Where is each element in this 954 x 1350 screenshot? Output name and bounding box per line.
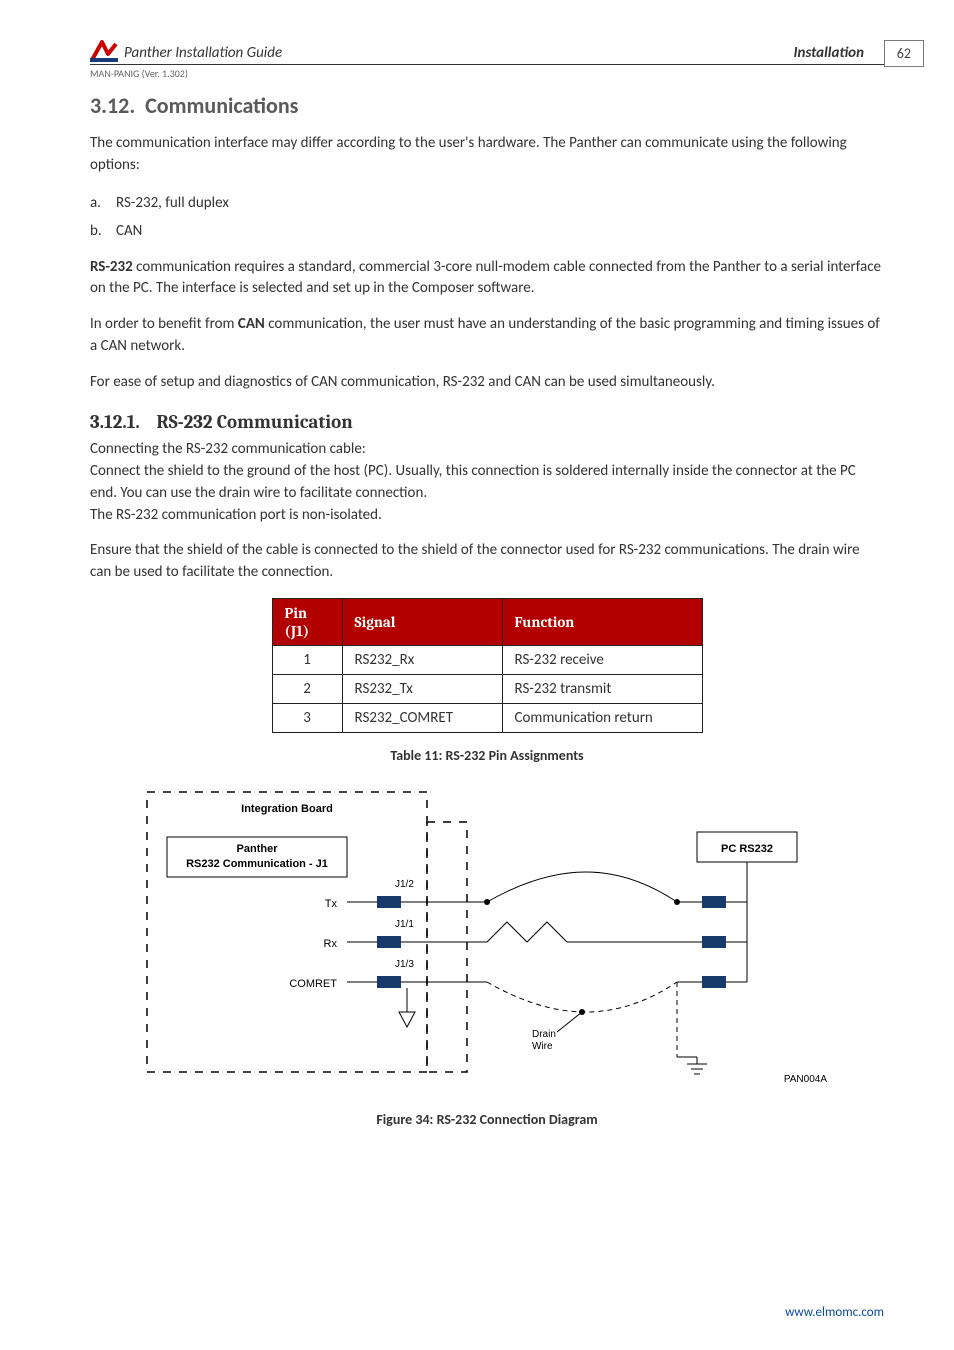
can-pre: In order to benefit from [90,315,238,333]
fig-panther-label: Panther [237,843,279,855]
section-heading: 3.12. Communications [90,92,884,119]
table-caption: Table 11: RS-232 Pin Assignments [90,747,884,764]
list-item-text: CAN [116,219,142,243]
subsection-p1: Connecting the RS-232 communication cabl… [90,439,884,461]
subsection-p4: Ensure that the shield of the cable is c… [90,540,884,584]
cell-pin: 2 [272,674,342,703]
subsection-number: 3.12.1. [90,411,140,433]
fig-rx-label: Rx [324,938,338,950]
can-bold: CAN [238,315,265,333]
list-item-text: RS-232, full duplex [116,191,229,215]
brand-logo-icon [90,40,118,62]
fig-pc-label: PC RS232 [721,843,773,855]
subsection-p2: Connect the shield to the ground of the … [90,461,884,505]
pin-table: Pin (J1) Signal Function 1 RS232_Rx RS-2… [272,598,703,733]
list-item: b. CAN [90,219,884,243]
fig-j12-label: J1/2 [395,879,414,890]
subsection-title: RS-232 Communication [157,411,353,433]
th-pin: Pin (J1) [272,598,342,645]
fig-wire-label: Wire [532,1041,553,1052]
section-number: 3.12. [90,92,135,119]
header-section-label: Installation [794,44,864,62]
cell-function: Communication return [502,703,702,732]
ease-paragraph: For ease of setup and diagnostics of CAN… [90,372,884,394]
cell-function: RS-232 transmit [502,674,702,703]
figure-caption: Figure 34: RS-232 Connection Diagram [90,1111,884,1128]
section-intro: The communication interface may differ a… [90,133,884,177]
rs232-text: communication requires a standard, comme… [90,258,881,298]
table-row: 2 RS232_Tx RS-232 transmit [272,674,702,703]
cell-signal: RS232_Tx [342,674,502,703]
list-item-label: b. [90,219,116,243]
fig-comret-label: COMRET [289,978,337,990]
fig-j11-label: J1/1 [395,919,414,930]
table-row: 1 RS232_Rx RS-232 receive [272,645,702,674]
page-number: 62 [884,40,924,67]
list-item-label: a. [90,191,116,215]
fig-j13-label: J1/3 [395,959,414,970]
doc-version: MAN-PANIG (Ver. 1.302) [90,67,884,80]
section-title: Communications [145,92,298,119]
connection-diagram: Integration Board Panther RS232 Communic… [90,782,884,1097]
fig-drain-label: Drain [532,1029,556,1040]
cell-signal: RS232_COMRET [342,703,502,732]
can-paragraph: In order to benefit from CAN communicati… [90,314,884,358]
fig-integration-board-label: Integration Board [241,803,333,815]
cell-pin: 1 [272,645,342,674]
options-list: a. RS-232, full duplex b. CAN [90,191,884,243]
fig-panther-sub-label: RS232 Communication - J1 [186,858,328,870]
rs232-paragraph: RS-232 communication requires a standard… [90,257,884,301]
cell-pin: 3 [272,703,342,732]
table-row: 3 RS232_COMRET Communication return [272,703,702,732]
fig-tx-label: Tx [325,898,338,910]
cell-function: RS-232 receive [502,645,702,674]
cell-signal: RS232_Rx [342,645,502,674]
list-item: a. RS-232, full duplex [90,191,884,215]
footer-url[interactable]: www.elmomc.com [785,1305,884,1320]
header-guide-title: Panther Installation Guide [124,44,794,62]
subsection-heading: 3.12.1. RS-232 Communication [90,411,884,433]
subsection-p3: The RS-232 communication port is non-iso… [90,505,884,527]
fig-code-label: PAN004A [784,1074,828,1085]
rs232-bold: RS-232 [90,258,133,276]
th-function: Function [502,598,702,645]
th-signal: Signal [342,598,502,645]
